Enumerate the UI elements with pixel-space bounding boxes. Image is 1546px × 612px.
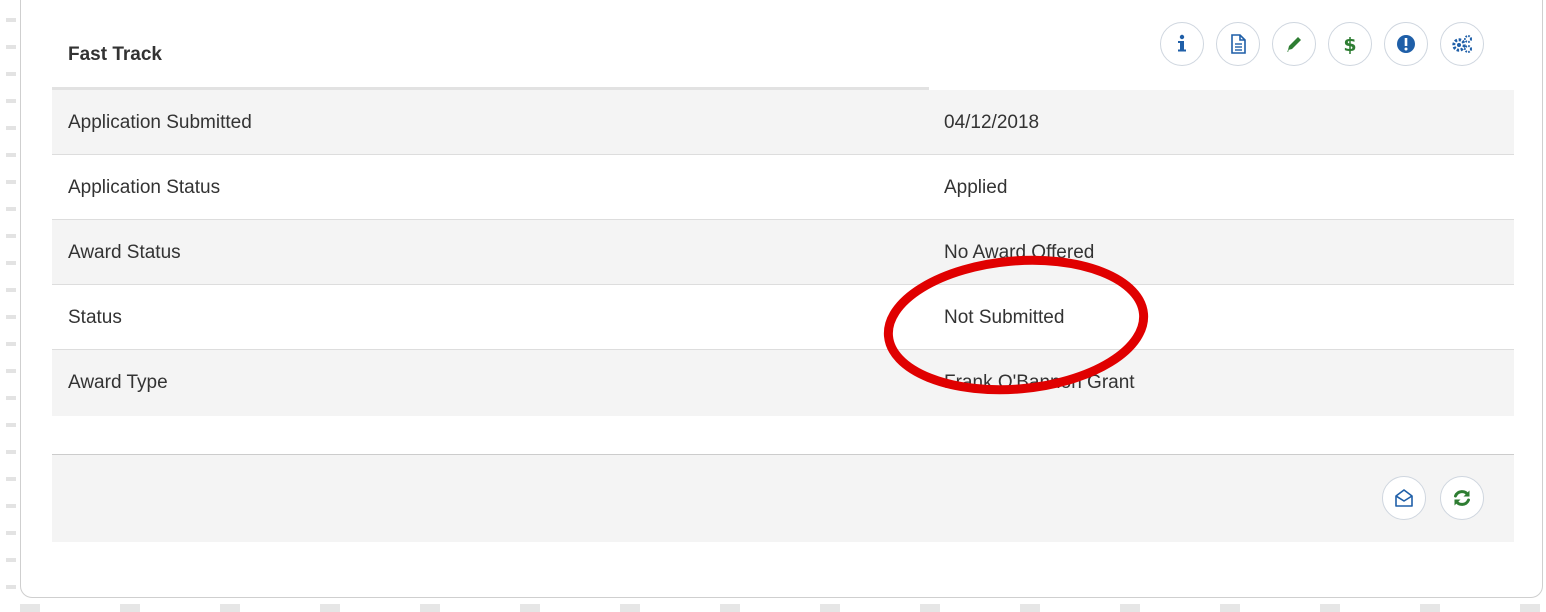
row-label: Application Status [68,177,221,198]
left-gutter [0,0,20,612]
row-value: Applied [944,177,1008,198]
refresh-button[interactable] [1440,476,1484,520]
row-value: No Award Offered [944,242,1095,263]
row-label: Status [68,307,122,328]
row-label: Award Type [68,372,168,393]
document-button[interactable] [1216,22,1260,66]
panel-header: Fast Track $ [52,22,1514,90]
gears-icon [1452,35,1472,53]
details-table: Application Submitted 04/12/2018 Applica… [52,90,1514,416]
page: Fast Track $ Application Submitted 04/12… [0,0,1546,612]
pencil-icon [1287,37,1301,52]
message-button[interactable] [1382,476,1426,520]
row-value: Not Submitted [944,307,1065,328]
dollar-icon: $ [1343,34,1356,55]
row-label: Award Status [68,242,181,263]
header-toolbar: $ [1160,22,1484,66]
svg-text:$: $ [1343,34,1356,55]
row-label: Application Submitted [68,112,252,133]
table-row: Application Status Applied [52,155,1514,220]
alert-icon [1397,35,1415,53]
table-row: Award Status No Award Offered [52,220,1514,285]
info-icon [1178,34,1186,52]
table-row: Award Type Frank O'Bannon Grant [52,350,1514,416]
table-row: Application Submitted 04/12/2018 [52,90,1514,155]
refresh-icon [1454,490,1470,506]
document-icon [1231,34,1246,54]
settings-button[interactable] [1440,22,1484,66]
table-row: Status Not Submitted [52,285,1514,350]
panel-footer [52,455,1514,542]
envelope-open-icon [1395,489,1413,507]
edit-button[interactable] [1272,22,1316,66]
panel-title: Fast Track [68,44,162,65]
financial-button[interactable]: $ [1328,22,1372,66]
row-value: 04/12/2018 [944,112,1040,133]
row-value: Frank O'Bannon Grant [944,372,1135,393]
alert-button[interactable] [1384,22,1428,66]
info-button[interactable] [1160,22,1204,66]
footer-toolbar [1382,476,1484,520]
bottom-edge [0,604,1546,612]
